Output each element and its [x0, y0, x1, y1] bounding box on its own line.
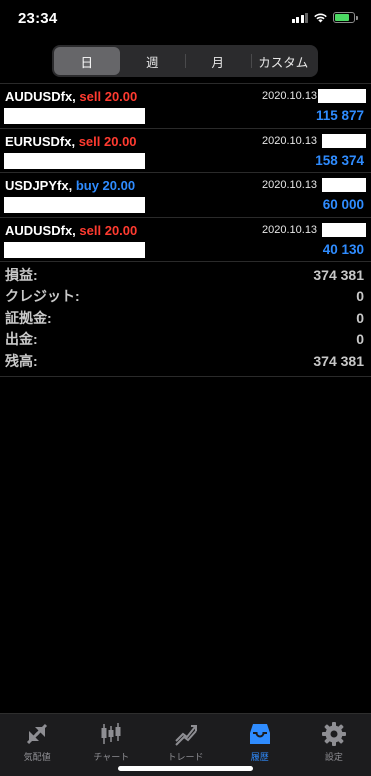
- summary-label: 損益:: [5, 266, 38, 283]
- chart-icon: [101, 723, 121, 744]
- tab-label: トレード: [167, 752, 204, 762]
- summary-label: 残高:: [5, 352, 38, 369]
- deal-side: sell 20.00: [79, 222, 138, 238]
- summary-value: 0: [356, 288, 364, 305]
- period-tab-day[interactable]: 日: [54, 47, 120, 75]
- summary-withdrawal-row: 出金: 0: [0, 329, 371, 351]
- summary-value: 0: [356, 309, 364, 326]
- period-tab-week[interactable]: 週: [120, 47, 186, 75]
- summary-balance-row: 残高: 374 381: [0, 350, 371, 372]
- status-indicators: [291, 12, 358, 23]
- deal-symbol: USDJPYfx,: [5, 178, 73, 193]
- tab-label: 気配値: [23, 752, 51, 762]
- tab-label: 履歴: [250, 752, 269, 762]
- summary-deposit-row: 証拠金: 0: [0, 307, 371, 329]
- summary-value: 374 381: [313, 352, 364, 369]
- redaction-mask: [322, 222, 366, 237]
- deal-profit: 158 374: [315, 152, 364, 168]
- home-indicator: [118, 766, 253, 771]
- period-tab-custom[interactable]: カスタム: [250, 47, 317, 75]
- tab-quotes[interactable]: 気配値: [0, 714, 74, 776]
- redaction-mask: [4, 108, 145, 124]
- deal-profit: 40 130: [322, 241, 364, 257]
- deal-row[interactable]: USDJPYfx, buy 20.00 2020.10.13 60 000: [0, 173, 371, 218]
- deal-date: 2020.10.13: [262, 90, 318, 102]
- deal-row[interactable]: AUDUSDfx, sell 20.00 2020.10.13 115 877: [0, 84, 371, 129]
- summary-credit-row: クレジット: 0: [0, 286, 371, 308]
- history-list: AUDUSDfx, sell 20.00 2020.10.13 115 877 …: [0, 83, 371, 262]
- deal-side: sell 20.00: [78, 133, 137, 149]
- summary-value: 0: [356, 331, 364, 348]
- history-icon: [249, 724, 270, 744]
- deal-date: 2020.10.13: [262, 134, 318, 147]
- deal-side: sell 20.00: [79, 89, 138, 104]
- summary-label: 出金:: [5, 331, 38, 348]
- trade-icon: [174, 725, 197, 746]
- tab-label: チャート: [93, 752, 130, 762]
- deal-symbol: EURUSDfx,: [5, 133, 76, 149]
- summary-label: クレジット:: [5, 288, 80, 305]
- status-bar: 23:34: [0, 0, 371, 40]
- quotes-icon: [27, 723, 48, 745]
- redaction-mask: [322, 178, 366, 192]
- redaction-mask: [4, 197, 145, 213]
- period-tab-month[interactable]: 月: [185, 47, 251, 75]
- redaction-mask: [4, 152, 145, 169]
- deal-date: 2020.10.13: [262, 179, 318, 191]
- battery-icon: [333, 12, 358, 23]
- deal-symbol: AUDUSDfx,: [5, 222, 76, 238]
- wifi-icon: [314, 13, 327, 23]
- deal-side: buy 20.00: [75, 178, 136, 193]
- tab-settings[interactable]: 設定: [297, 714, 371, 776]
- settings-icon: [321, 722, 346, 746]
- redaction-mask: [322, 133, 366, 148]
- deal-profit: 60 000: [322, 197, 364, 212]
- account-summary: 損益: 374 381 クレジット: 0 証拠金: 0 出金: 0 残高: 37…: [0, 264, 371, 377]
- deal-profit: 115 877: [315, 108, 364, 123]
- deal-date: 2020.10.13: [262, 223, 318, 236]
- deal-row[interactable]: AUDUSDfx, sell 20.00 2020.10.13 40 130: [0, 218, 371, 262]
- redaction-mask: [4, 241, 145, 258]
- tab-label: 設定: [324, 752, 343, 762]
- summary-profit-row: 損益: 374 381: [0, 264, 371, 286]
- cellular-signal-icon: [291, 12, 308, 23]
- period-segmented-control: 日 週 月 カスタム: [52, 45, 318, 77]
- redaction-mask: [318, 89, 366, 103]
- deal-symbol: AUDUSDfx,: [5, 89, 76, 104]
- deal-row[interactable]: EURUSDfx, sell 20.00 2020.10.13 158 374: [0, 129, 371, 173]
- summary-value: 374 381: [313, 266, 364, 283]
- status-time: 23:34: [18, 10, 58, 27]
- summary-label: 証拠金:: [5, 309, 52, 326]
